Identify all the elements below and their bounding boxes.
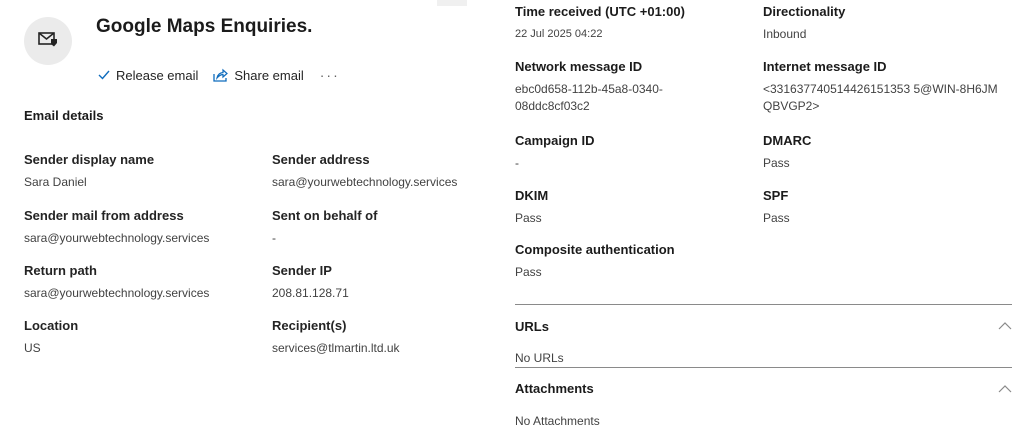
email-avatar: [24, 17, 72, 65]
location-label: Location: [24, 318, 79, 333]
attachments-heading: Attachments: [515, 381, 594, 396]
recipients-value: services@tlmartin.ltd.uk: [272, 341, 400, 355]
sender-mail-from-label: Sender mail from address: [24, 208, 184, 223]
return-path-value: sara@yourwebtechnology.services: [24, 286, 210, 300]
urls-value: No URLs: [515, 351, 564, 365]
attachments-divider: [515, 367, 1012, 368]
sent-on-behalf-label: Sent on behalf of: [272, 208, 378, 223]
release-email-button[interactable]: Release email: [98, 68, 198, 83]
email-details-heading: Email details: [24, 108, 104, 123]
checkmark-icon: [98, 70, 110, 80]
dmarc-label: DMARC: [763, 133, 812, 148]
urls-divider: [515, 304, 1012, 305]
attachments-value: No Attachments: [515, 414, 600, 428]
scroll-indicator: [437, 0, 467, 6]
time-received-value: 22 Jul 2025 04:22: [515, 28, 603, 40]
more-options-icon[interactable]: ···: [320, 67, 340, 83]
campaign-id-label: Campaign ID: [515, 133, 595, 148]
sender-address-value: sara@yourwebtechnology.services: [272, 175, 458, 189]
spf-value: Pass: [763, 211, 790, 225]
page-title: Google Maps Enquiries.: [96, 16, 313, 37]
time-received-label: Time received (UTC +01:00): [515, 4, 685, 19]
dmarc-value: Pass: [763, 156, 790, 170]
recipients-label: Recipient(s): [272, 318, 347, 333]
sender-address-label: Sender address: [272, 152, 370, 167]
internet-message-id-value: <331637740514426151353 5@WIN-8H6JMQBVGP2…: [763, 82, 998, 113]
share-email-button[interactable]: Share email: [212, 67, 304, 83]
sender-ip-label: Sender IP: [272, 263, 332, 278]
email-actions-bar: Release email Share email ···: [98, 67, 340, 83]
release-email-label: Release email: [116, 67, 199, 83]
composite-auth-label: Composite authentication: [515, 242, 675, 257]
sender-display-name-value: Sara Daniel: [24, 175, 87, 189]
network-message-id-value: ebc0d658-112b-45a8-0340-08ddc8cf03c2: [515, 82, 663, 113]
spf-label: SPF: [763, 188, 789, 203]
directionality-label: Directionality: [763, 4, 846, 19]
network-message-id-label: Network message ID: [515, 59, 643, 74]
sent-on-behalf-value: -: [272, 231, 276, 245]
dkim-label: DKIM: [515, 188, 549, 203]
composite-auth-value: Pass: [515, 265, 542, 279]
return-path-label: Return path: [24, 263, 97, 278]
sender-ip-value: 208.81.128.71: [272, 286, 349, 300]
share-email-label: Share email: [234, 67, 304, 83]
sender-mail-from-value: sara@yourwebtechnology.services: [24, 231, 210, 245]
urls-heading: URLs: [515, 319, 549, 334]
sender-display-name-label: Sender display name: [24, 152, 155, 167]
directionality-value: Inbound: [763, 27, 807, 41]
location-value: US: [24, 341, 41, 355]
mail-shield-icon: [38, 31, 58, 52]
dkim-value: Pass: [515, 211, 542, 225]
internet-message-id-label: Internet message ID: [763, 59, 887, 74]
share-icon: [212, 68, 229, 82]
campaign-id-value: -: [515, 156, 519, 170]
attachments-collapse-chevron-up-icon[interactable]: [998, 381, 1012, 399]
urls-collapse-chevron-up-icon[interactable]: [998, 318, 1012, 336]
